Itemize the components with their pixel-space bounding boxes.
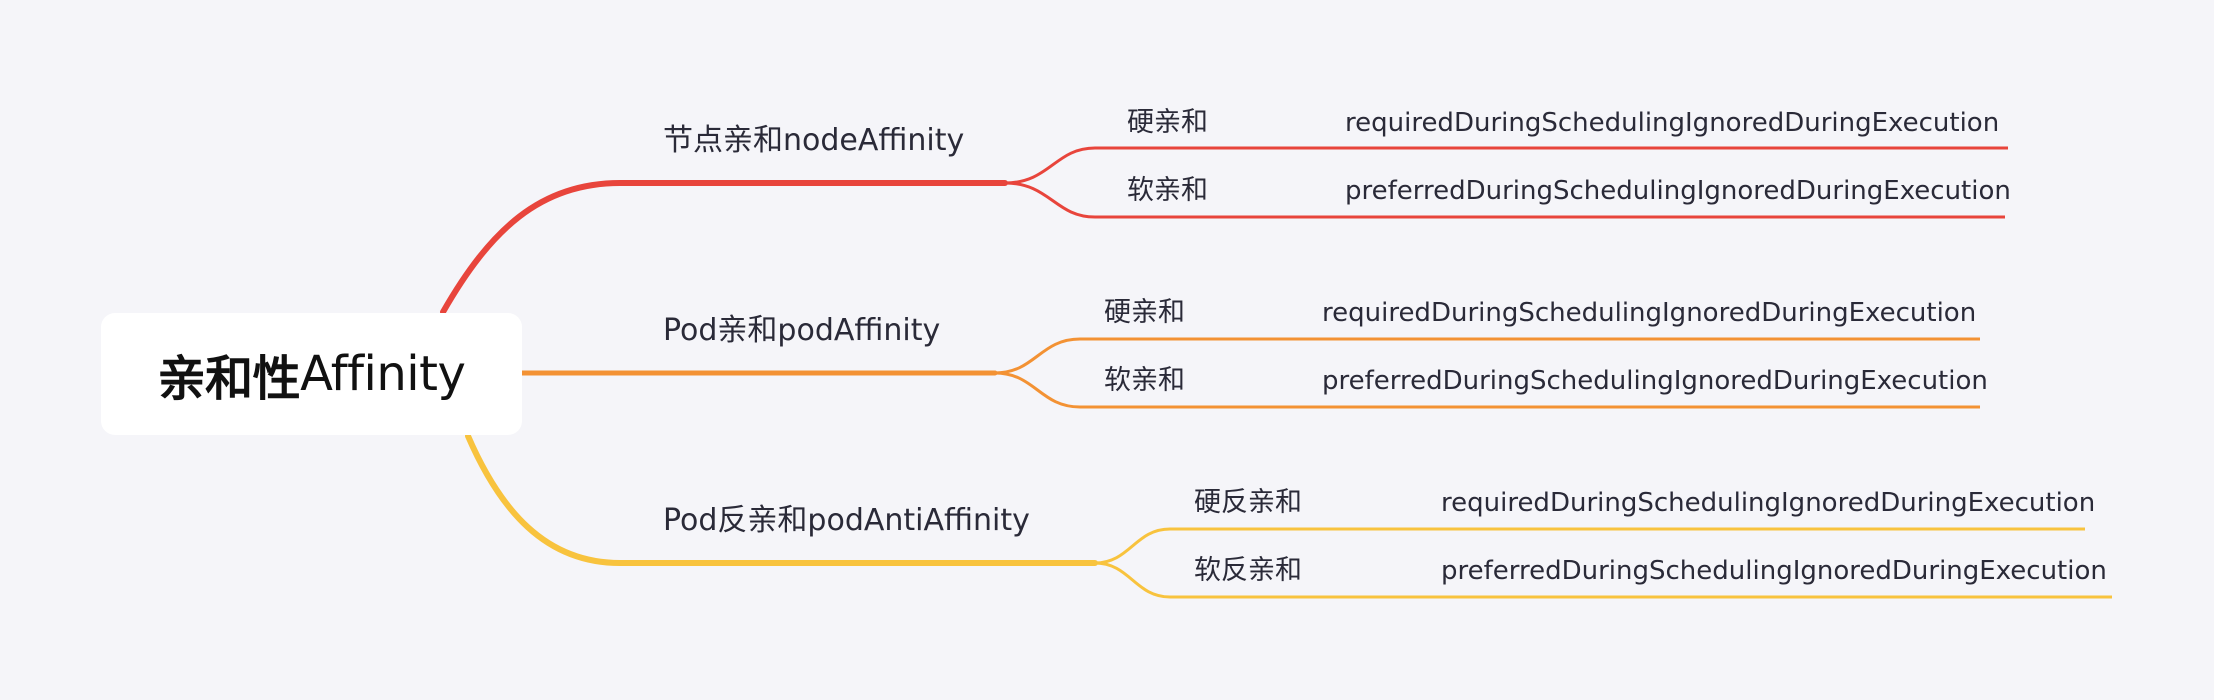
- root-label-zh: 亲和性: [157, 351, 301, 407]
- branch-node-affinity[interactable]: 节点亲和nodeAffinity: [663, 126, 964, 156]
- branch-1-soft-value[interactable]: preferredDuringSchedulingIgnoredDuringEx…: [1345, 178, 2011, 204]
- branch-3-soft-value[interactable]: preferredDuringSchedulingIgnoredDuringEx…: [1441, 558, 2107, 584]
- branch-3-hard-label[interactable]: 硬反亲和: [1194, 489, 1302, 516]
- root-label-en: Affinity: [300, 346, 466, 402]
- branch-1-hard-label[interactable]: 硬亲和: [1127, 109, 1208, 136]
- branch-2-soft-label[interactable]: 软亲和: [1104, 367, 1185, 394]
- branch-1-soft-label[interactable]: 软亲和: [1127, 177, 1208, 204]
- branch-1-hard-value[interactable]: requiredDuringSchedulingIgnoredDuringExe…: [1345, 110, 1999, 136]
- root-node[interactable]: 亲和性 Affinity: [101, 313, 522, 435]
- branch-2-hard-label[interactable]: 硬亲和: [1104, 299, 1185, 326]
- branch-pod-anti-affinity[interactable]: Pod反亲和podAntiAffinity: [663, 506, 1030, 536]
- connector-root-branch-1: [440, 180, 1008, 315]
- branch-3-soft-label[interactable]: 软反亲和: [1194, 557, 1302, 584]
- branch-pod-affinity[interactable]: Pod亲和podAffinity: [663, 316, 940, 346]
- connector-root-branch-3: [465, 433, 1098, 566]
- branch-3-hard-value[interactable]: requiredDuringSchedulingIgnoredDuringExe…: [1441, 490, 2095, 516]
- branch-2-hard-value[interactable]: requiredDuringSchedulingIgnoredDuringExe…: [1322, 300, 1976, 326]
- branch-2-soft-value[interactable]: preferredDuringSchedulingIgnoredDuringEx…: [1322, 368, 1988, 394]
